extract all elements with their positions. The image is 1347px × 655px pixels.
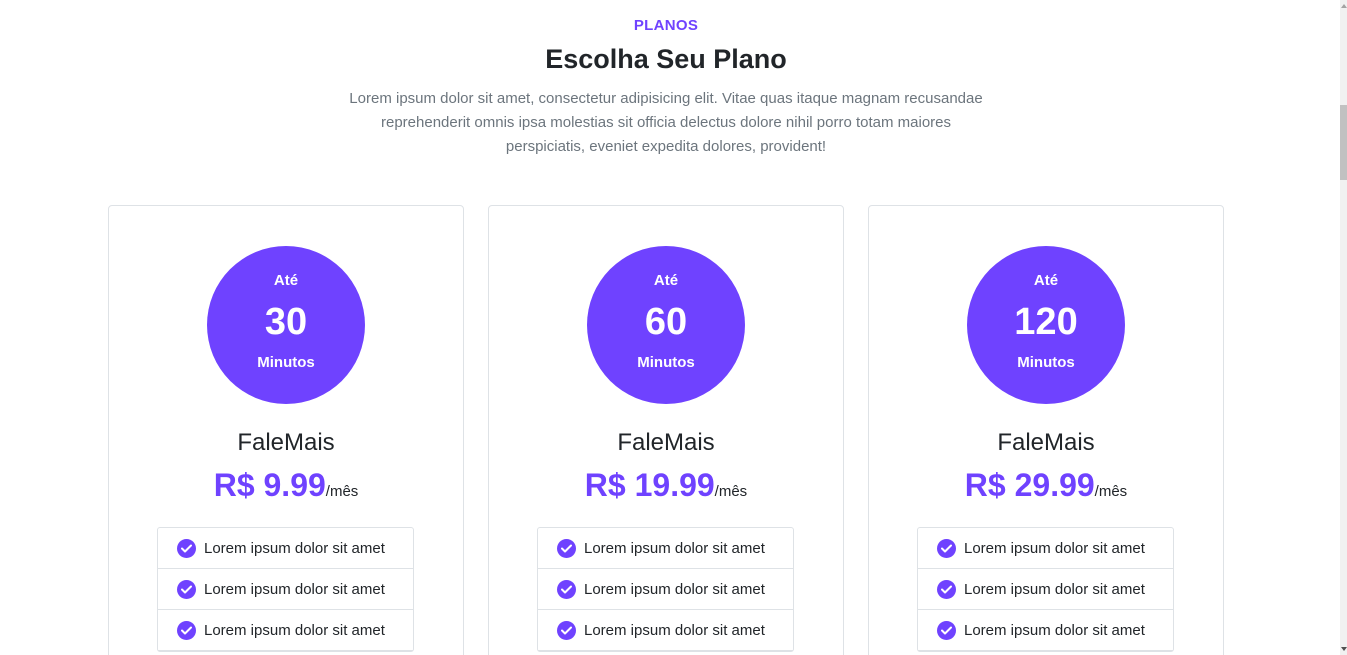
plan-price: R$ 19.99 <box>584 467 715 503</box>
feature-item: Lorem ipsum dolor sit amet <box>918 610 1173 651</box>
plan-name: FaleMais <box>237 429 335 456</box>
feature-item: Lorem ipsum dolor sit amet <box>538 569 793 610</box>
feature-text: Lorem ipsum dolor sit amet <box>584 539 765 557</box>
check-circle-icon <box>557 538 576 558</box>
feature-text: Lorem ipsum dolor sit amet <box>584 621 765 639</box>
plan-price-row: R$ 9.99/mês <box>109 467 463 504</box>
plan-period: /mês <box>325 483 359 500</box>
badge-bottom-label: Minutos <box>1017 354 1075 371</box>
feature-text: Lorem ipsum dolor sit amet <box>964 621 1145 639</box>
plan-period: /mês <box>1094 483 1128 500</box>
feature-text: Lorem ipsum dolor sit amet <box>204 539 385 557</box>
plan-price: R$ 9.99 <box>213 467 326 503</box>
badge-minutes-value: 60 <box>644 301 688 343</box>
check-circle-icon <box>937 620 956 640</box>
feature-list: Lorem ipsum dolor sit amet Lorem ipsum d… <box>917 527 1174 652</box>
badge-minutes-value: 120 <box>1014 301 1078 343</box>
plan-name: FaleMais <box>997 429 1095 456</box>
feature-item: Lorem ipsum dolor sit amet <box>538 528 793 569</box>
check-circle-icon <box>937 538 956 558</box>
badge-bottom-label: Minutos <box>257 354 315 371</box>
plan-price-row: R$ 29.99/mês <box>869 467 1223 504</box>
minutes-badge: Até 120 Minutos <box>967 246 1125 404</box>
check-circle-icon <box>177 579 196 599</box>
pricing-page: PLANOS Escolha Seu Plano Lorem ipsum dol… <box>0 0 1347 655</box>
feature-item: Lorem ipsum dolor sit amet <box>158 528 413 569</box>
badge-top-label: Até <box>273 272 299 289</box>
page-scrollbar[interactable] <box>1340 0 1347 655</box>
feature-text: Lorem ipsum dolor sit amet <box>964 539 1145 557</box>
scroll-up-arrow-icon[interactable] <box>1341 4 1347 8</box>
feature-item: Lorem ipsum dolor sit amet <box>538 610 793 651</box>
feature-text: Lorem ipsum dolor sit amet <box>204 621 385 639</box>
minutes-badge: Até 60 Minutos <box>587 246 745 404</box>
section-title: Escolha Seu Plano <box>545 44 787 74</box>
badge-minutes-value: 30 <box>264 301 308 343</box>
feature-item: Lorem ipsum dolor sit amet <box>918 528 1173 569</box>
feature-list: Lorem ipsum dolor sit amet Lorem ipsum d… <box>537 527 794 652</box>
plan-price-row: R$ 19.99/mês <box>489 467 843 504</box>
plan-card-30: Até 30 Minutos FaleMais R$ 9.99/mês Lore… <box>108 205 464 655</box>
feature-list: Lorem ipsum dolor sit amet Lorem ipsum d… <box>157 527 414 652</box>
plan-card-60: Até 60 Minutos FaleMais R$ 19.99/mês Lor… <box>488 205 844 655</box>
feature-text: Lorem ipsum dolor sit amet <box>584 580 765 598</box>
feature-item: Lorem ipsum dolor sit amet <box>158 610 413 651</box>
badge-bottom-label: Minutos <box>637 354 695 371</box>
plan-name: FaleMais <box>617 429 715 456</box>
check-circle-icon <box>557 579 576 599</box>
check-circle-icon <box>557 620 576 640</box>
plan-period: /mês <box>714 483 748 500</box>
feature-text: Lorem ipsum dolor sit amet <box>204 580 385 598</box>
minutes-badge: Até 30 Minutos <box>207 246 365 404</box>
plan-price: R$ 29.99 <box>964 467 1095 503</box>
badge-top-label: Até <box>653 272 679 289</box>
feature-text: Lorem ipsum dolor sit amet <box>964 580 1145 598</box>
feature-item: Lorem ipsum dolor sit amet <box>918 569 1173 610</box>
scroll-down-arrow-icon[interactable] <box>1341 647 1347 651</box>
scrollbar-thumb[interactable] <box>1340 105 1347 180</box>
check-circle-icon <box>177 620 196 640</box>
plan-card-120: Até 120 Minutos FaleMais R$ 29.99/mês Lo… <box>868 205 1224 655</box>
check-circle-icon <box>937 579 956 599</box>
section-eyebrow: PLANOS <box>633 17 699 34</box>
section-subtitle: Lorem ipsum dolor sit amet, consectetur … <box>349 90 983 155</box>
check-circle-icon <box>177 538 196 558</box>
feature-item: Lorem ipsum dolor sit amet <box>158 569 413 610</box>
badge-top-label: Até <box>1033 272 1059 289</box>
